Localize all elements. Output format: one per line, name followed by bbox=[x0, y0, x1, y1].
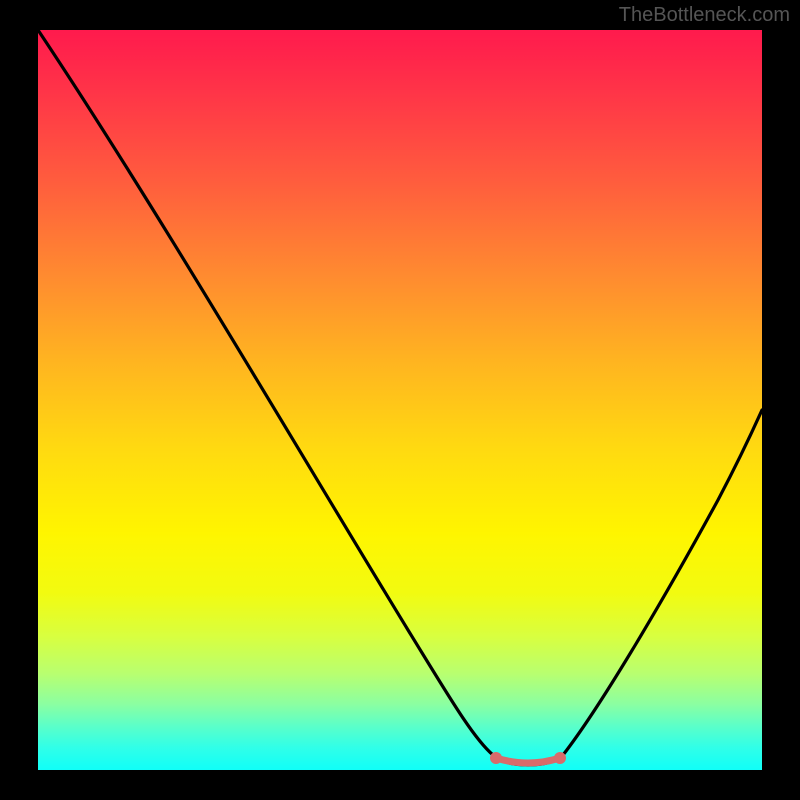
flat-segment bbox=[496, 758, 560, 763]
plot-area bbox=[38, 30, 762, 770]
chart-frame: TheBottleneck.com bbox=[0, 0, 800, 800]
marker-right bbox=[554, 752, 566, 764]
bottleneck-curve bbox=[38, 30, 762, 765]
marker-left bbox=[490, 752, 502, 764]
watermark-text: TheBottleneck.com bbox=[619, 4, 790, 27]
curve-layer bbox=[38, 30, 762, 770]
